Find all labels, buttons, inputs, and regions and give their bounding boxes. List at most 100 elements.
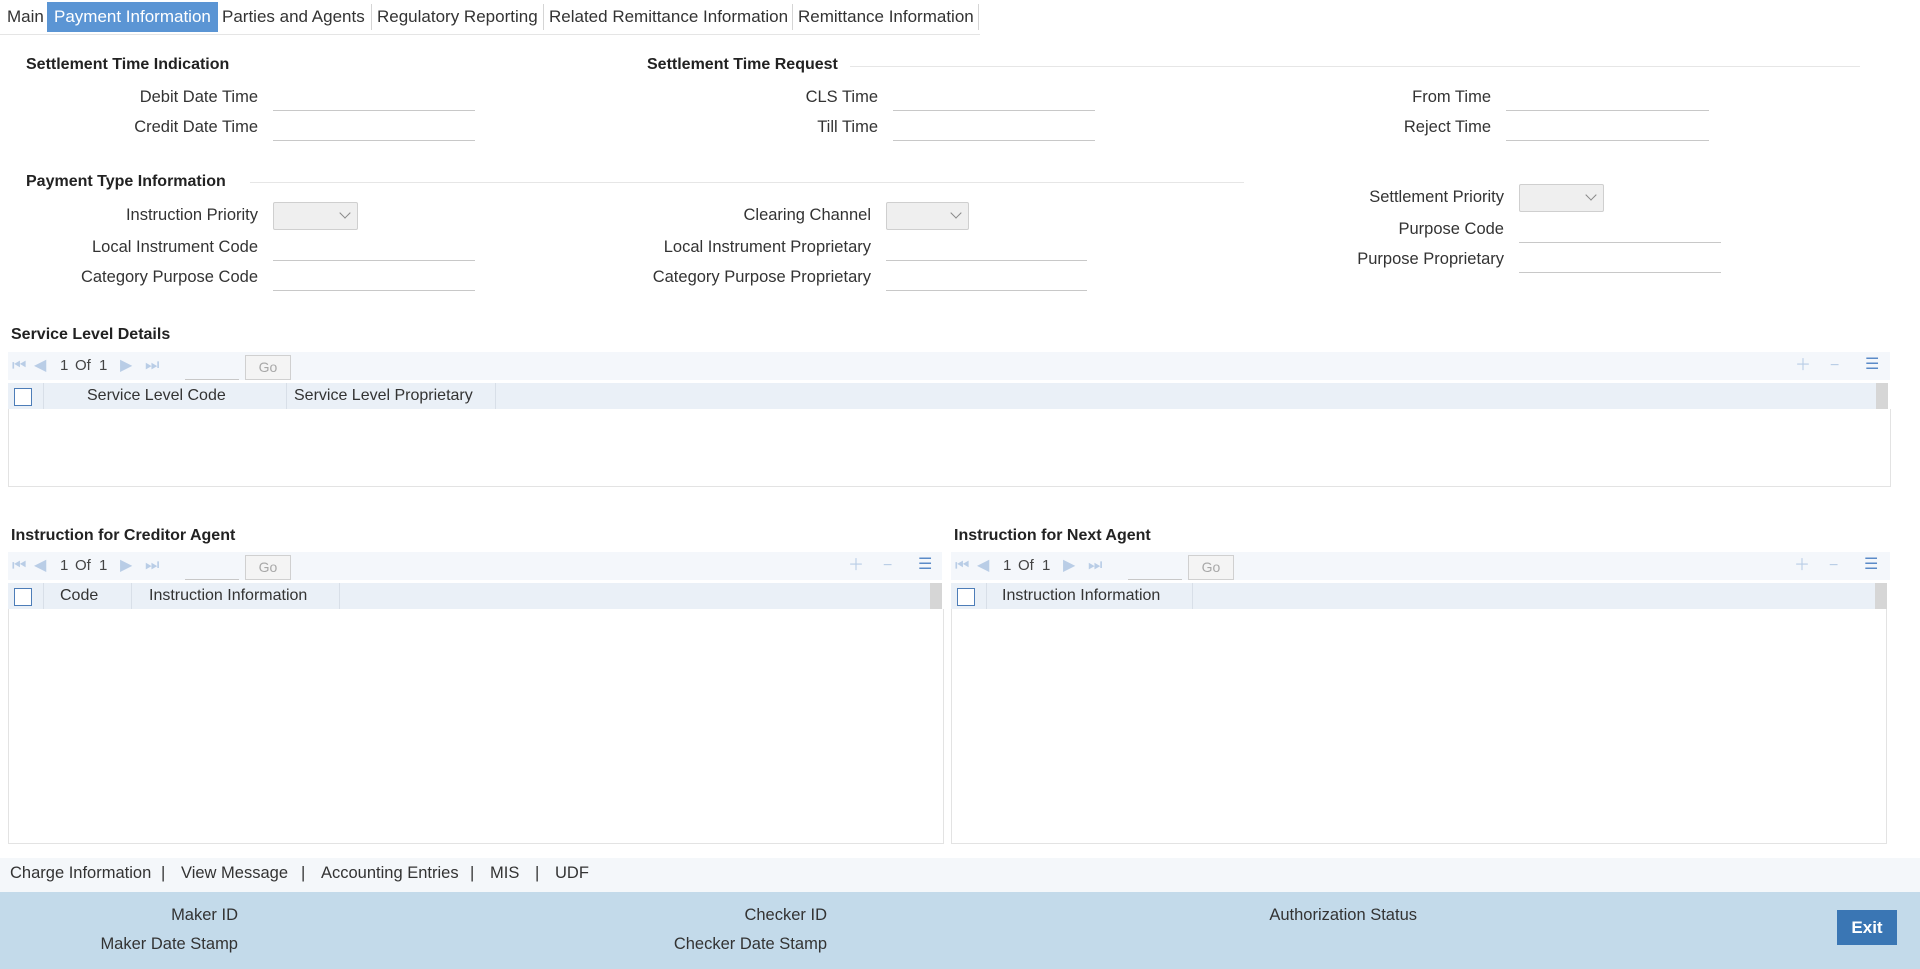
add-row-icon[interactable]: ＋: [848, 558, 864, 574]
column-separator: [286, 383, 287, 409]
previous-page-icon[interactable]: ◀: [977, 558, 989, 574]
local-instrument-proprietary-label: Local Instrument Proprietary: [663, 238, 871, 256]
clearing-channel-select[interactable]: [886, 202, 969, 230]
column-separator: [43, 383, 44, 409]
local-instrument-code-field[interactable]: [273, 238, 475, 261]
purpose-proprietary-label: Purpose Proprietary: [1357, 250, 1504, 268]
next-page-icon[interactable]: ▶: [1063, 558, 1075, 574]
current-page: 1: [60, 357, 69, 374]
cls-time-field[interactable]: [893, 88, 1095, 111]
tab-parties-and-agents[interactable]: Parties and Agents: [215, 2, 372, 32]
exit-button[interactable]: Exit: [1837, 910, 1897, 945]
code-header: Code: [60, 587, 99, 604]
column-separator: [339, 583, 340, 609]
debit-date-time-field[interactable]: [273, 88, 475, 111]
from-time-field[interactable]: [1506, 88, 1709, 111]
instruction-creditor-agent-title: Instruction for Creditor Agent: [11, 527, 236, 544]
select-all-checkbox[interactable]: [14, 388, 32, 406]
column-settings-icon[interactable]: ☰: [1865, 357, 1879, 373]
settlement-priority-label: Settlement Priority: [1369, 188, 1504, 206]
audit-status-bar: [0, 892, 1920, 969]
credit-date-time-label: Credit Date Time: [134, 118, 258, 136]
column-separator: [1192, 583, 1193, 609]
column-separator: [986, 583, 987, 609]
add-row-icon[interactable]: ＋: [1794, 558, 1810, 574]
category-purpose-code-field[interactable]: [273, 268, 475, 291]
authorization-status-label: Authorization Status: [1269, 906, 1417, 924]
go-button[interactable]: Go: [1188, 555, 1234, 580]
category-purpose-proprietary-label: Category Purpose Proprietary: [652, 268, 871, 286]
maker-id-label: Maker ID: [171, 906, 238, 924]
column-settings-icon[interactable]: ☰: [918, 557, 932, 573]
reject-time-field[interactable]: [1506, 118, 1709, 141]
category-purpose-code-label: Category Purpose Code: [80, 268, 258, 286]
last-page-icon[interactable]: ⏭: [145, 358, 159, 374]
instruction-priority-label: Instruction Priority: [125, 206, 258, 224]
page-number-input[interactable]: [1128, 557, 1182, 580]
add-row-icon[interactable]: ＋: [1795, 358, 1811, 374]
scrollbar[interactable]: [1876, 383, 1888, 409]
remove-row-icon[interactable]: −: [883, 558, 892, 574]
of-label: Of: [1018, 557, 1034, 574]
of-label: Of: [75, 557, 91, 574]
go-button[interactable]: Go: [245, 555, 291, 580]
tab-regulatory-reporting[interactable]: Regulatory Reporting: [370, 2, 545, 32]
column-separator: [43, 583, 44, 609]
select-all-checkbox[interactable]: [957, 588, 975, 606]
divider: [250, 182, 1244, 183]
till-time-field[interactable]: [893, 118, 1095, 141]
settlement-time-indication-title: Settlement Time Indication: [26, 56, 230, 73]
next-page-icon[interactable]: ▶: [120, 358, 132, 374]
first-page-icon[interactable]: ⏮: [12, 358, 26, 374]
category-purpose-proprietary-field[interactable]: [886, 268, 1087, 291]
remove-row-icon[interactable]: −: [1830, 358, 1839, 374]
instruction-priority-select[interactable]: [273, 202, 358, 230]
chevron-down-icon: [1585, 189, 1597, 201]
previous-page-icon[interactable]: ◀: [34, 558, 46, 574]
mis-link[interactable]: MIS: [490, 864, 519, 883]
page-number-input[interactable]: [185, 357, 239, 380]
tab-bar: Main Payment Information Parties and Age…: [0, 0, 980, 35]
cls-time-label: CLS Time: [805, 88, 878, 106]
local-instrument-proprietary-field[interactable]: [886, 238, 1087, 261]
first-page-icon[interactable]: ⏮: [955, 558, 969, 574]
service-level-code-header: Service Level Code: [87, 387, 226, 404]
tab-main[interactable]: Main: [0, 2, 51, 32]
remove-row-icon[interactable]: −: [1829, 558, 1838, 574]
select-all-checkbox[interactable]: [14, 588, 32, 606]
column-settings-icon[interactable]: ☰: [1864, 557, 1878, 573]
credit-date-time-field[interactable]: [273, 118, 475, 141]
divider: [26, 66, 616, 67]
divider: [850, 66, 1860, 67]
tab-payment-information[interactable]: Payment Information: [47, 2, 218, 32]
previous-page-icon[interactable]: ◀: [34, 358, 46, 374]
udf-link[interactable]: UDF: [555, 864, 589, 883]
purpose-code-field[interactable]: [1519, 220, 1721, 243]
creditor-agent-grid-body: [8, 609, 944, 844]
scrollbar[interactable]: [930, 583, 942, 609]
total-pages: 1: [1042, 557, 1051, 574]
current-page: 1: [1003, 557, 1012, 574]
debit-date-time-label: Debit Date Time: [139, 88, 258, 106]
go-button[interactable]: Go: [245, 355, 291, 380]
next-page-icon[interactable]: ▶: [120, 558, 132, 574]
checker-date-stamp-label: Checker Date Stamp: [673, 935, 827, 953]
next-agent-grid-body: [951, 609, 1887, 844]
page-number-input[interactable]: [185, 557, 239, 580]
first-page-icon[interactable]: ⏮: [12, 558, 26, 574]
scrollbar[interactable]: [1875, 583, 1887, 609]
clearing-channel-label: Clearing Channel: [743, 206, 872, 224]
creditor-agent-grid-header: Code Instruction Information: [8, 583, 930, 609]
service-level-proprietary-header: Service Level Proprietary: [294, 387, 473, 404]
tab-related-remittance-information[interactable]: Related Remittance Information: [542, 2, 795, 32]
chevron-down-icon: [339, 207, 351, 219]
charge-information-link[interactable]: Charge Information: [10, 864, 151, 883]
accounting-entries-link[interactable]: Accounting Entries: [321, 864, 459, 883]
last-page-icon[interactable]: ⏭: [145, 558, 159, 574]
settlement-priority-select[interactable]: [1519, 184, 1604, 212]
view-message-link[interactable]: View Message: [181, 864, 288, 883]
purpose-proprietary-field[interactable]: [1519, 250, 1721, 273]
tab-remittance-information[interactable]: Remittance Information: [791, 2, 981, 32]
instruction-information-header: Instruction Information: [149, 587, 308, 604]
last-page-icon[interactable]: ⏭: [1088, 558, 1102, 574]
